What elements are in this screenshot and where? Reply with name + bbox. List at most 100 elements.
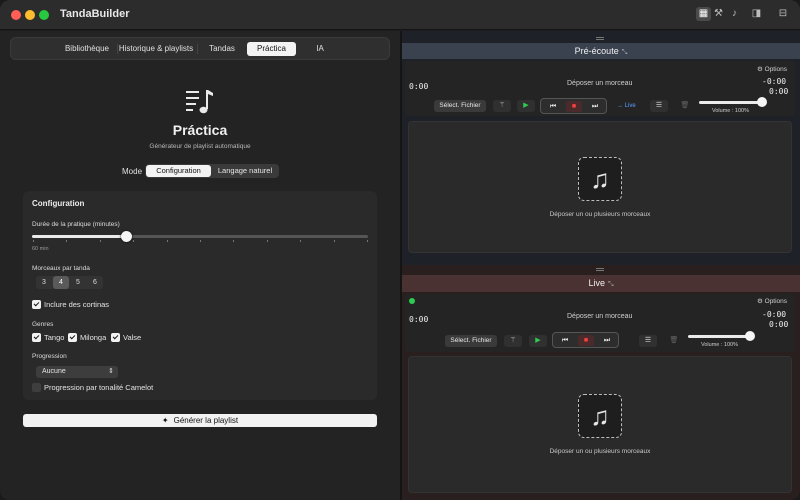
tab-ia[interactable]: IA — [296, 42, 344, 56]
playlist-music-icon — [186, 90, 213, 114]
preview-title: Pré-écoute ⤡ — [402, 46, 800, 57]
slider-tick — [166, 240, 168, 242]
mode-langage-naturel[interactable]: Langage naturel — [212, 165, 278, 177]
sparkles-icon: ✦ — [161, 416, 169, 425]
sidebar-icon[interactable]: ◨ — [748, 7, 765, 21]
tab-bibliotheque[interactable]: Bibliothèque — [59, 42, 115, 56]
duration-slider[interactable] — [32, 231, 368, 242]
app-title: TandaBuilder — [60, 8, 130, 20]
genre-milonga-label: Milonga — [80, 333, 107, 342]
progression-select[interactable]: Aucune ⇕ — [36, 366, 118, 378]
per-tanda-option[interactable]: 5 — [70, 276, 86, 289]
preview-select-file-button[interactable]: Sélect. Fichier — [434, 100, 486, 112]
tab-tandas[interactable]: Tandas — [197, 42, 247, 56]
tab-historique[interactable]: Historique & playlists — [117, 42, 195, 56]
slider-tick — [266, 240, 268, 242]
tab-practica[interactable]: Práctica — [247, 42, 296, 56]
main-tab-bar: Bibliothèque Historique & playlists Tand… — [10, 37, 390, 60]
cortinas-checkbox[interactable] — [32, 300, 41, 309]
slider-tick — [66, 240, 68, 242]
preview-time-total: 0:00 — [769, 87, 789, 96]
minimize-window-button[interactable] — [25, 10, 35, 20]
per-tanda-option[interactable]: 4 — [53, 276, 69, 289]
mode-configuration[interactable]: Configuration — [146, 165, 211, 177]
preview-drop-track: Déposer un morceau — [567, 80, 633, 87]
genre-valse-label: Valse — [123, 333, 142, 342]
play-icon[interactable]: ▶ — [517, 100, 535, 112]
close-window-button[interactable] — [11, 10, 21, 20]
layout-icon[interactable]: ⊟ — [773, 7, 793, 21]
chevron-updown-icon: ⇕ — [108, 368, 114, 375]
slider-tick — [200, 240, 201, 242]
camelot-checkbox[interactable] — [32, 383, 41, 392]
preview-volume-slider[interactable] — [699, 101, 763, 104]
preview-options[interactable]: ⚙ Options — [757, 65, 787, 73]
queue-icon[interactable]: ☰ — [650, 100, 668, 112]
send-to-live-button[interactable]: → Live — [617, 103, 636, 109]
live-drop-track: Déposer un morceau — [567, 313, 633, 320]
live-drop-zone-text: Déposer un ou plusieurs morceaux — [549, 448, 651, 455]
live-volume-knob[interactable] — [745, 331, 755, 341]
expand-icon[interactable]: ⤡ — [608, 281, 614, 288]
camelot-label: Progression par tonalité Camelot — [44, 383, 154, 392]
live-options[interactable]: ⚙ Options — [757, 297, 787, 305]
expand-icon[interactable]: ⤡ — [622, 49, 628, 56]
live-volume-slider[interactable] — [688, 335, 752, 338]
music-note-icon: ♫ — [578, 394, 622, 438]
stop-icon[interactable]: ■ — [578, 335, 594, 346]
trash-icon[interactable]: 🗑 — [665, 335, 683, 347]
preview-options-label: Options — [764, 66, 788, 73]
per-tanda-option[interactable]: 3 — [36, 276, 52, 289]
preview-transport: ⏮ ■ ⏭ — [540, 98, 607, 114]
previous-icon[interactable]: ⏮ — [545, 101, 561, 112]
grid-icon[interactable]: ▦ — [696, 7, 711, 21]
preview-header: Pré-écoute ⤡ — [402, 43, 800, 59]
page-subtitle: Générateur de playlist automatique — [149, 143, 251, 150]
page-title: Práctica — [172, 122, 228, 138]
app-window: TandaBuilder ▦ ⚒ ♪ ◨ ⊟ Bibliothèque Hist… — [0, 0, 800, 500]
progression-label: Progression — [32, 353, 67, 360]
queue-icon[interactable]: ☰ — [639, 335, 657, 347]
genres-label: Genres — [32, 321, 54, 328]
stop-icon[interactable]: ■ — [566, 101, 582, 112]
next-icon[interactable]: ⏭ — [599, 335, 615, 346]
live-volume-label: Volume : 100% — [701, 342, 738, 348]
per-tanda-option[interactable]: 6 — [87, 276, 103, 289]
live-grip[interactable] — [596, 268, 604, 271]
next-icon[interactable]: ⏭ — [587, 101, 603, 112]
preview-volume-knob[interactable] — [757, 97, 767, 107]
mode-label: Mode — [122, 167, 143, 176]
live-indicator — [409, 298, 415, 304]
play-icon[interactable]: ▶ — [529, 335, 547, 347]
trash-icon[interactable]: 🗑 — [676, 100, 694, 112]
per-tanda-label: Morceaux par tanda — [32, 265, 90, 272]
slider-tick — [233, 240, 235, 242]
slider-tick — [33, 240, 34, 242]
slider-tick — [99, 240, 101, 242]
genre-tango-checkbox[interactable] — [32, 333, 41, 342]
duration-slider-knob[interactable] — [121, 231, 133, 242]
slider-tick — [333, 240, 335, 242]
progression-value: Aucune — [42, 368, 66, 375]
genre-valse-checkbox[interactable] — [111, 333, 120, 342]
live-options-label: Options — [764, 298, 788, 305]
live-time-total: 0:00 — [769, 320, 789, 329]
duration-value: 60 min — [32, 246, 49, 252]
mode-segmented-control: Configuration Langage naturel — [145, 164, 279, 178]
music-note-icon[interactable]: ♪ — [727, 7, 742, 21]
previous-icon[interactable]: ⏮ — [557, 335, 573, 346]
slider-tick — [300, 240, 302, 242]
generate-playlist-button[interactable]: ✦ Générer la playlist — [23, 414, 377, 427]
magic-wand-icon[interactable]: ⚚ — [493, 100, 511, 112]
preview-drop-zone-text: Déposer un ou plusieurs morceaux — [549, 211, 651, 218]
preview-volume-label: Volume : 100% — [712, 108, 749, 114]
genre-milonga-checkbox[interactable] — [68, 333, 77, 342]
hammer-icon[interactable]: ⚒ — [711, 7, 726, 21]
maximize-window-button[interactable] — [39, 10, 49, 20]
live-select-file-button[interactable]: Sélect. Fichier — [445, 335, 497, 347]
preview-grip[interactable] — [596, 37, 604, 40]
preview-time-remaining: -0:00 — [762, 77, 787, 86]
live-time-elapsed: 0:00 — [409, 315, 429, 324]
generate-playlist-label: Générer la playlist — [173, 416, 239, 425]
magic-wand-icon[interactable]: ⚚ — [504, 335, 522, 347]
